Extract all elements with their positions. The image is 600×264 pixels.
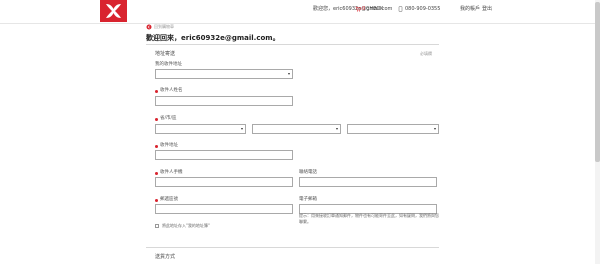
zip-code-input[interactable] [155, 204, 293, 214]
phone-number: 080-909-0355 [405, 6, 441, 12]
shipping-address-label: 收件地址 [160, 143, 178, 148]
shipping-address-input[interactable] [155, 150, 293, 160]
city-select[interactable] [252, 124, 341, 134]
recipient-name-input[interactable] [155, 96, 293, 106]
divider [146, 44, 439, 45]
cart-icon[interactable] [355, 6, 361, 12]
back-to-cart-link[interactable]: 回到購物車 [154, 24, 174, 30]
required-dot [155, 199, 158, 202]
required-note: 必填欄 [420, 51, 432, 56]
cart-count[interactable]: 0 [362, 6, 365, 13]
section-title-shipping-method: 送貨方式 [155, 254, 176, 260]
my-account-link[interactable]: 我的帳戶 [460, 6, 480, 13]
recipient-name-label: 收件人姓名 [160, 88, 183, 93]
my-addresses-label: 我的收件地址 [155, 62, 182, 67]
header-divider [0, 23, 600, 24]
email-label: 電子郵箱 [299, 197, 317, 202]
scrollbar[interactable] [595, 0, 600, 264]
chevron-down-icon [336, 128, 338, 130]
chevron-down-icon [434, 128, 436, 130]
section-title-address: 地址寄送 [155, 51, 176, 57]
landline-label: 聯絡電話 [299, 170, 317, 175]
required-dot [155, 118, 158, 121]
chevron-down-icon [241, 128, 243, 130]
under-armour-logo-icon [106, 4, 121, 18]
email-hint-text: 提示：用來接收訂單通知郵件，物件也有可能寄件至此，如有疑問，我們將與您聯繫。 [299, 213, 439, 224]
recipient-mobile-input[interactable] [155, 177, 293, 187]
logout-link[interactable]: 登出 [482, 6, 492, 13]
province-select[interactable] [155, 124, 246, 134]
save-address-checkbox[interactable] [155, 224, 159, 228]
required-dot [155, 145, 158, 148]
phone-icon [398, 6, 403, 12]
brand-logo[interactable] [100, 0, 127, 22]
recipient-mobile-label: 收件人手機 [160, 170, 183, 175]
my-addresses-select[interactable] [155, 69, 293, 79]
back-arrow-icon[interactable] [146, 24, 152, 30]
scrollbar-thumb[interactable] [595, 2, 600, 162]
divider [146, 247, 439, 248]
zip-code-label: 郵遞區號 [160, 197, 178, 202]
top-bar: 歡迎您，eric60932e@gmail.com 0 CHECK 080-909… [0, 0, 600, 24]
welcome-heading: 歡迎回來，eric60932e@gmail.com。 [146, 34, 280, 42]
landline-input[interactable] [299, 177, 437, 187]
city-district-label: 省/市/區 [160, 116, 177, 121]
save-address-label[interactable]: 將此地址存入"我的地址簿" [162, 223, 210, 229]
cart-label[interactable]: CHECK [366, 6, 383, 13]
required-dot [155, 90, 158, 93]
district-select[interactable] [347, 124, 439, 134]
required-dot [155, 172, 158, 175]
chevron-down-icon [288, 73, 290, 75]
